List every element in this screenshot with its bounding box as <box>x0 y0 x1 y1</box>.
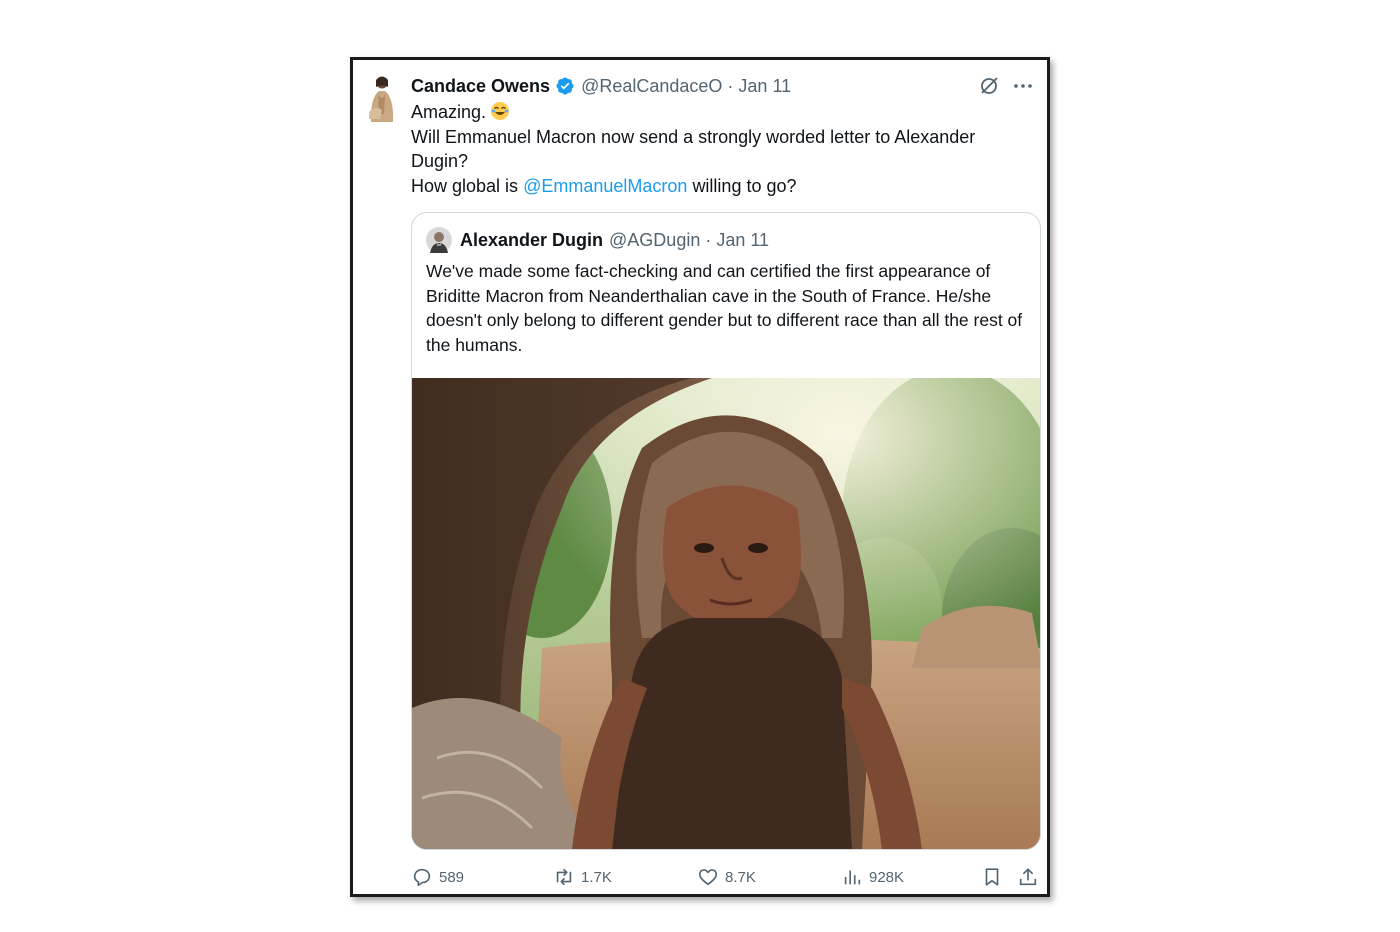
tweet-header: Candace Owens @RealCandaceO · Jan 11 <box>411 74 791 98</box>
views-count: 928K <box>869 868 905 886</box>
repost-count: 1.7K <box>581 868 612 886</box>
quoted-tweet-image[interactable] <box>412 378 1041 850</box>
quoted-author-handle[interactable]: @AGDugin <box>609 230 700 251</box>
share-button[interactable] <box>1017 866 1045 888</box>
grok-icon[interactable] <box>977 74 1001 98</box>
reply-icon <box>413 868 431 887</box>
mention-link[interactable]: @EmmanuelMacron <box>523 176 687 196</box>
tweet-line-text: How global is <box>411 175 519 196</box>
more-icon[interactable] <box>1011 74 1035 98</box>
repost-button[interactable]: 1.7K <box>553 866 612 888</box>
quoted-tweet-date[interactable]: Jan 11 <box>716 230 769 251</box>
verified-badge-icon <box>556 77 574 95</box>
tweet-line: Amazing. <box>411 100 1031 125</box>
quoted-author-name[interactable]: Alexander Dugin <box>460 230 603 251</box>
like-count: 8.7K <box>725 868 756 886</box>
tweet-line-text: Amazing. <box>411 102 487 122</box>
like-button[interactable]: 8.7K <box>697 866 756 888</box>
views-icon <box>844 870 861 885</box>
separator-dot: · <box>727 75 734 96</box>
top-actions <box>977 74 1035 98</box>
reply-count: 589 <box>439 868 465 886</box>
bookmark-button[interactable] <box>981 866 1009 888</box>
tweet-line: How global is @EmmanuelMacron willing to… <box>411 174 1031 199</box>
author-avatar[interactable] <box>361 72 401 124</box>
separator-dot: · <box>705 229 712 250</box>
action-bar: 589 1.7K 8.7K 928K <box>411 866 1041 890</box>
heart-icon <box>698 869 718 886</box>
quoted-author-avatar[interactable] <box>426 227 452 253</box>
tweet-date[interactable]: Jan 11 <box>738 76 791 97</box>
share-icon <box>1019 868 1037 886</box>
views-button[interactable]: 928K <box>841 866 904 888</box>
tweet-card: Candace Owens @RealCandaceO · Jan 11 Ama… <box>350 57 1050 897</box>
quoted-tweet-header: Alexander Dugin @AGDugin · Jan 11 <box>426 227 769 253</box>
author-name[interactable]: Candace Owens <box>411 76 550 97</box>
tweet-text: Amazing. Will Emmanuel Macron now send a… <box>411 100 1031 198</box>
author-handle[interactable]: @RealCandaceO <box>581 76 722 97</box>
tweet-line: Will Emmanuel Macron now send a strongly… <box>411 126 976 172</box>
reply-button[interactable]: 589 <box>411 866 464 888</box>
tweet-line-text: willing to go? <box>692 175 797 196</box>
laughing-emoji-icon <box>491 102 510 120</box>
quoted-tweet[interactable]: Alexander Dugin @AGDugin · Jan 11 We've … <box>411 212 1041 850</box>
bookmark-icon <box>985 868 999 886</box>
quoted-tweet-text: We've made some fact-checking and can ce… <box>426 261 1023 355</box>
repost-icon <box>556 868 572 886</box>
